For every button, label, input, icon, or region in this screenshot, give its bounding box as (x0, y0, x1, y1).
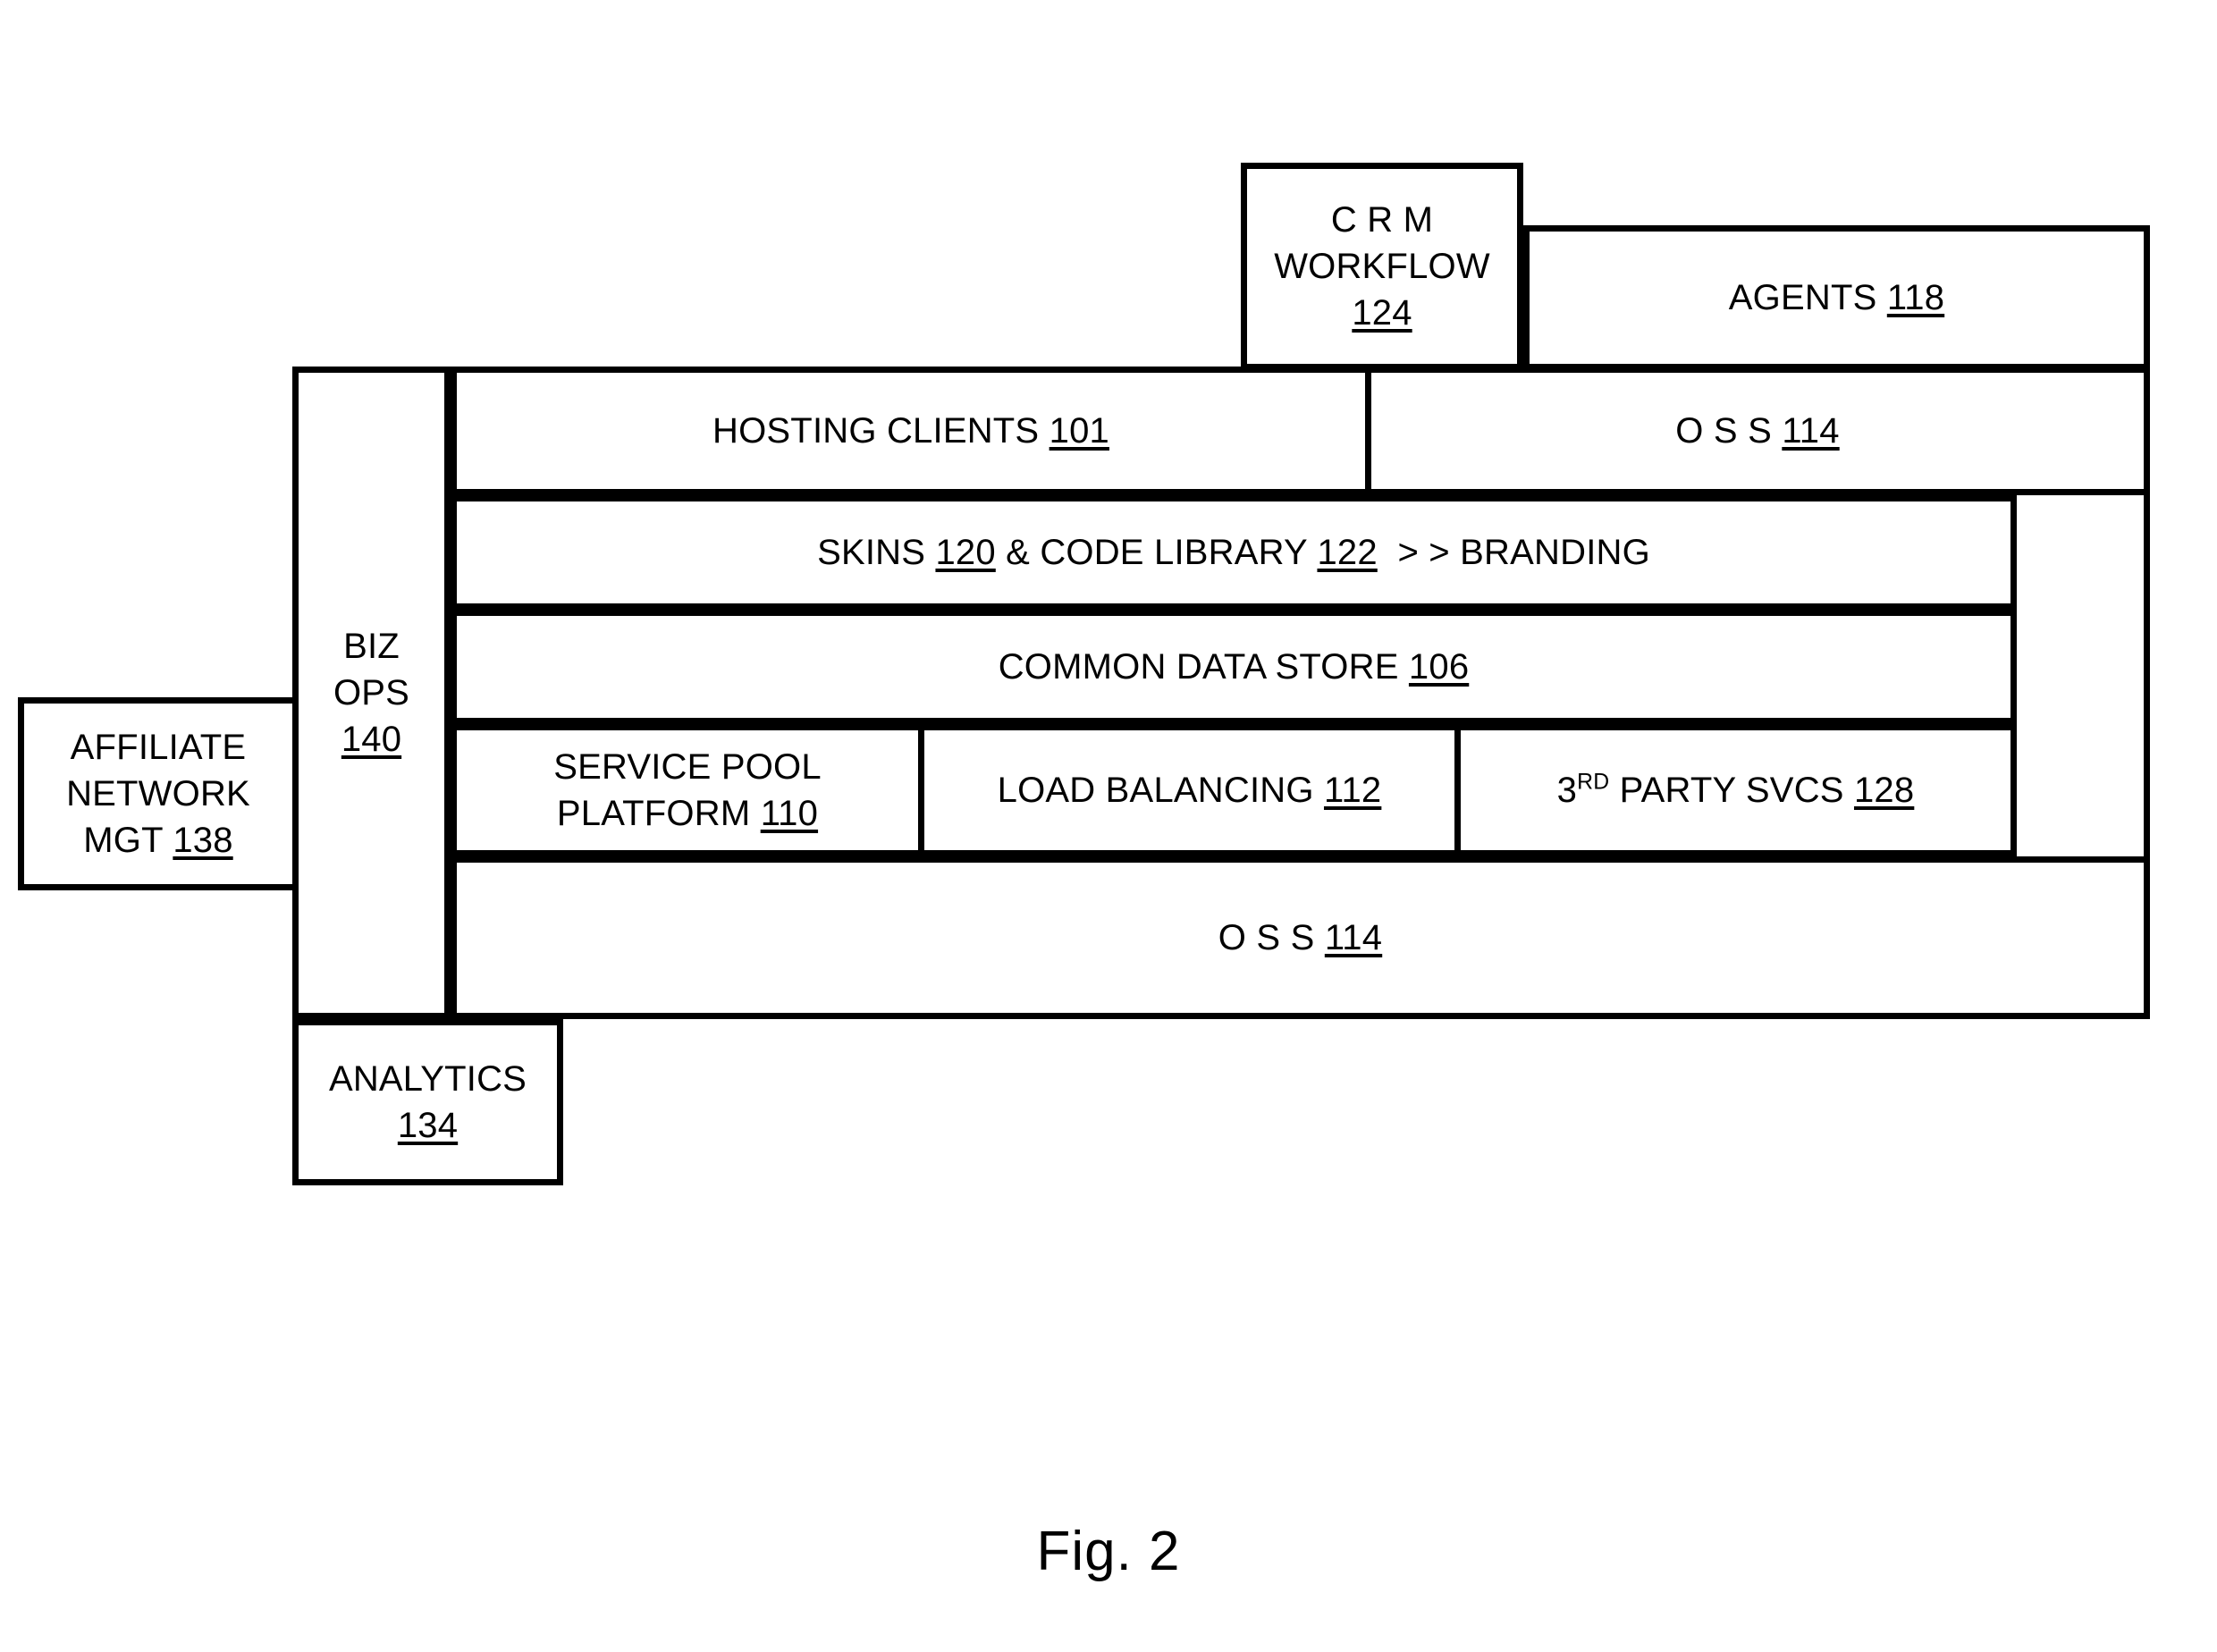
agents-label: AGENTS (1728, 278, 1877, 317)
skins-part2: & CODE LIBRARY (1006, 533, 1308, 572)
biz-ops-line2: OPS (333, 673, 410, 712)
analytics-ref: 134 (397, 1106, 459, 1145)
affiliate-line3: MGT (83, 821, 164, 860)
service-pool-line2: PLATFORM (556, 794, 751, 833)
crm-workflow-ref: 124 (1352, 293, 1412, 333)
crm-workflow-line1: C R M (1330, 200, 1434, 240)
load-balancing-ref: 112 (1323, 771, 1382, 810)
block-third-party-svcs: 3RD PARTY SVCS 128 (1454, 724, 2017, 856)
analytics-label: ANALYTICS (328, 1059, 527, 1099)
third-party-ref: 128 (1853, 771, 1915, 810)
biz-ops-line1: BIZ (343, 627, 400, 666)
third-party-prefix: 3 (1556, 771, 1578, 810)
block-analytics: ANALYTICS 134 (292, 1019, 563, 1185)
block-affiliate-network-mgt: AFFILIATE NETWORK MGT 138 (18, 697, 299, 890)
third-party-ordinal: RD (1577, 770, 1610, 795)
skins-part1: SKINS (817, 533, 926, 572)
affiliate-line1: AFFILIATE (70, 728, 247, 767)
skins-ref2: 122 (1317, 533, 1378, 572)
block-hosting-clients: HOSTING CLIENTS 101 (451, 367, 1371, 495)
oss-top-ref: 114 (1782, 411, 1840, 451)
load-balancing-label: LOAD BALANCING (997, 771, 1314, 810)
oss-bottom-label: O S S (1218, 918, 1315, 957)
block-agents: AGENTS 118 (1523, 225, 2150, 370)
block-crm-workflow: C R M WORKFLOW 124 (1241, 163, 1523, 370)
biz-ops-ref: 140 (341, 720, 402, 759)
block-load-balancing: LOAD BALANCING 112 (918, 724, 1461, 856)
oss-bottom-ref: 114 (1324, 918, 1383, 957)
service-pool-ref: 110 (760, 794, 819, 833)
hosting-clients-label: HOSTING CLIENTS (712, 411, 1040, 451)
block-common-data-store: COMMON DATA STORE 106 (451, 610, 2017, 724)
agents-ref: 118 (1886, 278, 1945, 317)
service-pool-line1: SERVICE POOL (553, 747, 822, 787)
figure-2-block-diagram: C R M WORKFLOW 124 AGENTS 118 BIZ OPS 14… (0, 0, 2217, 1652)
block-biz-ops: BIZ OPS 140 (292, 367, 451, 1019)
block-service-pool-platform: SERVICE POOL PLATFORM 110 (451, 724, 924, 856)
common-data-store-ref: 106 (1408, 647, 1470, 687)
block-oss-bottom: O S S 114 (451, 856, 2150, 1019)
hosting-clients-ref: 101 (1049, 411, 1109, 451)
skins-ref1: 120 (935, 533, 996, 572)
common-data-store-label: COMMON DATA STORE (998, 647, 1399, 687)
crm-workflow-line2: WORKFLOW (1274, 247, 1490, 286)
block-oss-top: O S S 114 (1365, 367, 2150, 495)
block-skins-code-library: SKINS 120 & CODE LIBRARY 122 > > BRANDIN… (451, 495, 2017, 610)
affiliate-ref: 138 (173, 821, 233, 860)
skins-part3: > > BRANDING (1397, 533, 1650, 572)
oss-top-label: O S S (1675, 411, 1772, 451)
third-party-label: PARTY SVCS (1619, 771, 1844, 810)
affiliate-line2: NETWORK (66, 774, 250, 813)
figure-caption: Fig. 2 (1036, 1521, 1181, 1582)
